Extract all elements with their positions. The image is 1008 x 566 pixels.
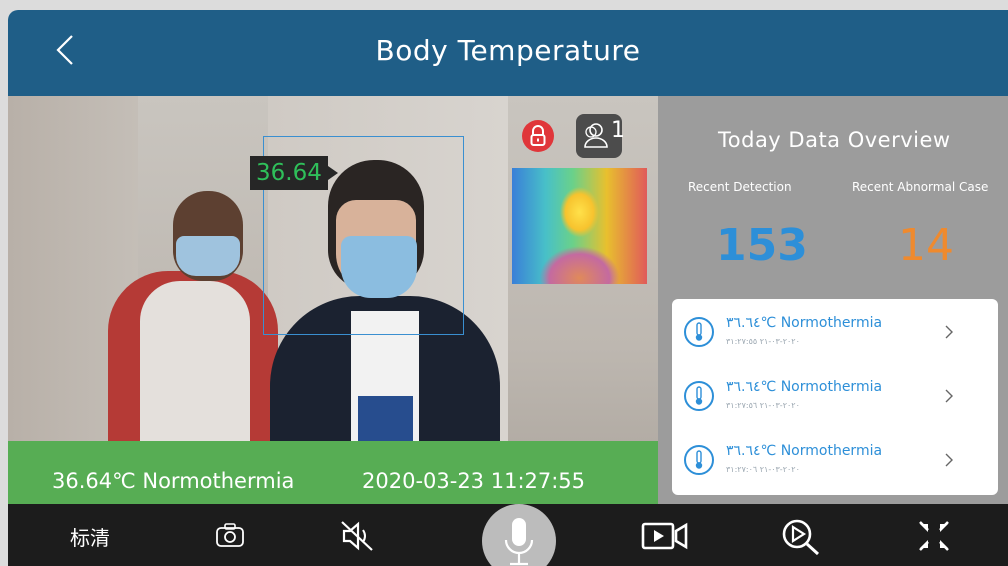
exit-fullscreen-icon[interactable]	[914, 516, 954, 556]
video-record-icon[interactable]	[640, 516, 690, 556]
playback-search-icon[interactable]	[778, 516, 824, 556]
microphone-icon	[504, 518, 534, 566]
overview-panel: Today Data Overview Recent Detection Rec…	[658, 96, 1008, 516]
lock-icon	[530, 125, 546, 146]
record-temperature: ٣٦.٦٤℃ Normothermia	[726, 443, 883, 459]
overview-title: Today Data Overview	[718, 128, 951, 152]
chevron-right-icon	[945, 389, 953, 403]
people-icon	[584, 123, 608, 148]
page-title: Body Temperature	[375, 34, 641, 67]
status-temperature: 36.64℃ Normothermia	[52, 469, 295, 493]
record-time: ٢٠٢٠-٠٣-٢١ ٣١:٢٧:٠٦	[726, 465, 800, 474]
record-list: ٣٦.٦٤℃ Normothermia ٢٠٢٠-٠٣-٢١ ٣١:٢٧:٥٥ …	[672, 299, 998, 495]
recent-detection-label: Recent Detection	[688, 180, 792, 194]
record-temperature: ٣٦.٦٤℃ Normothermia	[726, 379, 883, 395]
camera-view: 36.64 1 36.64℃ Normothermia 2020-03-23 1…	[8, 96, 658, 516]
microphone-button[interactable]	[482, 504, 556, 566]
bottom-toolbar: 标清	[8, 504, 1008, 566]
status-timestamp: 2020-03-23 11:27:55	[362, 469, 586, 493]
camera-snapshot-icon[interactable]	[214, 516, 246, 556]
list-item[interactable]: ٣٦.٦٤℃ Normothermia ٢٠٢٠-٠٣-٢١ ٣١:٢٧:٥٥	[672, 301, 998, 363]
recent-abnormal-count: 14	[898, 220, 954, 271]
mute-icon[interactable]	[338, 516, 378, 556]
quality-toggle-button[interactable]: 标清	[70, 522, 110, 551]
thermometer-icon	[684, 317, 714, 347]
thermal-preview-image	[512, 168, 647, 284]
lock-button[interactable]	[522, 120, 554, 152]
device-bezel: Body Temperature 36.64 1 36.64℃ Normothe…	[0, 0, 1008, 566]
list-item[interactable]: ٣٦.٦٤℃ Normothermia ٢٠٢٠-٠٣-٢١ ٣١:٢٧:٠٦	[672, 429, 998, 491]
thermometer-icon	[684, 381, 714, 411]
record-time: ٢٠٢٠-٠٣-٢١ ٣١:٢٧:٥٦	[726, 401, 800, 410]
record-temperature: ٣٦.٦٤℃ Normothermia	[726, 315, 883, 331]
app-screen: Body Temperature 36.64 1 36.64℃ Normothe…	[8, 10, 1008, 566]
header-bar: Body Temperature	[8, 10, 1008, 96]
people-count: 1	[611, 118, 625, 143]
face-temperature-tag: 36.64	[250, 156, 338, 190]
list-item[interactable]: ٣٦.٦٤℃ Normothermia ٢٠٢٠-٠٣-٢١ ٣١:٢٧:٥٦	[672, 365, 998, 427]
recent-detection-count: 153	[716, 220, 808, 271]
chevron-right-icon	[945, 453, 953, 467]
chevron-right-icon	[945, 325, 953, 339]
thermometer-icon	[684, 445, 714, 475]
record-time: ٢٠٢٠-٠٣-٢١ ٣١:٢٧:٥٥	[726, 337, 800, 346]
recent-abnormal-label: Recent Abnormal Case	[852, 180, 989, 194]
